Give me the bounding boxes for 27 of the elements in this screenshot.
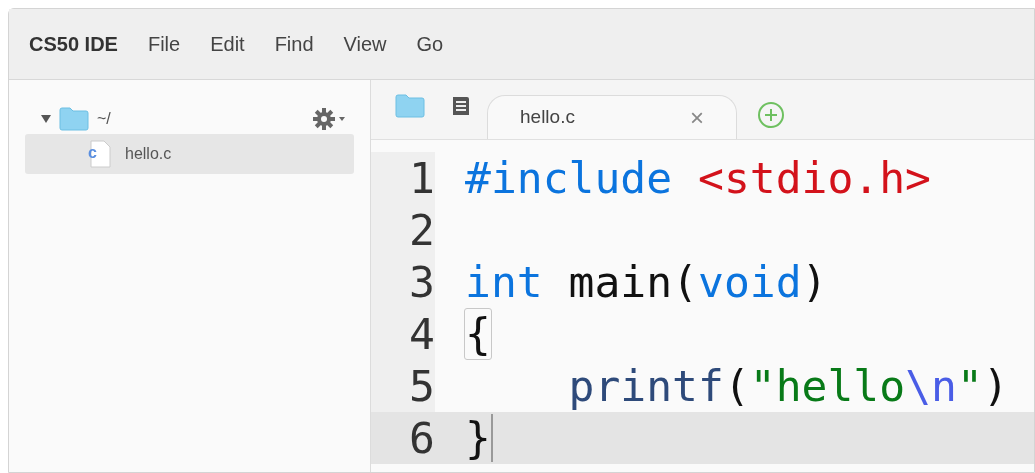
menu-item[interactable]: Go — [416, 29, 444, 59]
file-tree-item[interactable]: c hello.c — [25, 134, 354, 174]
code-line: { — [465, 308, 491, 360]
expand-arrow-icon[interactable] — [41, 115, 51, 123]
app-title: CS50 IDE — [29, 32, 118, 57]
menu-item[interactable]: Edit — [210, 29, 245, 59]
code-editor[interactable]: 1 #include <stdio.h> 2 3 int main(void) 4 { 5 printf("hello\n") 6 } — [371, 140, 1034, 472]
menu-item[interactable]: Find — [274, 29, 314, 59]
line-number: 2 — [371, 204, 435, 256]
folder-label[interactable]: ~/ — [97, 107, 111, 131]
line-number: 5 — [371, 360, 435, 412]
line-number: 4 — [371, 308, 435, 360]
line-number: 3 — [371, 256, 435, 308]
file-icon — [87, 139, 113, 169]
code-line: #include <stdio.h> — [465, 152, 931, 204]
menu-item[interactable]: View — [343, 29, 387, 59]
code-line: printf("hello\n") — [567, 360, 1009, 412]
line-number: 1 — [371, 152, 435, 204]
code-line: } — [465, 412, 491, 464]
settings-icon[interactable] — [312, 107, 346, 131]
file-type-letter: c — [88, 144, 97, 162]
folder-icon — [395, 93, 425, 118]
folder-icon — [59, 107, 89, 131]
code-line: int main(void) — [465, 256, 828, 308]
menu-item[interactable]: File — [147, 29, 181, 59]
file-name: hello.c — [125, 144, 172, 164]
editor-tab[interactable]: hello.c × — [487, 95, 737, 139]
